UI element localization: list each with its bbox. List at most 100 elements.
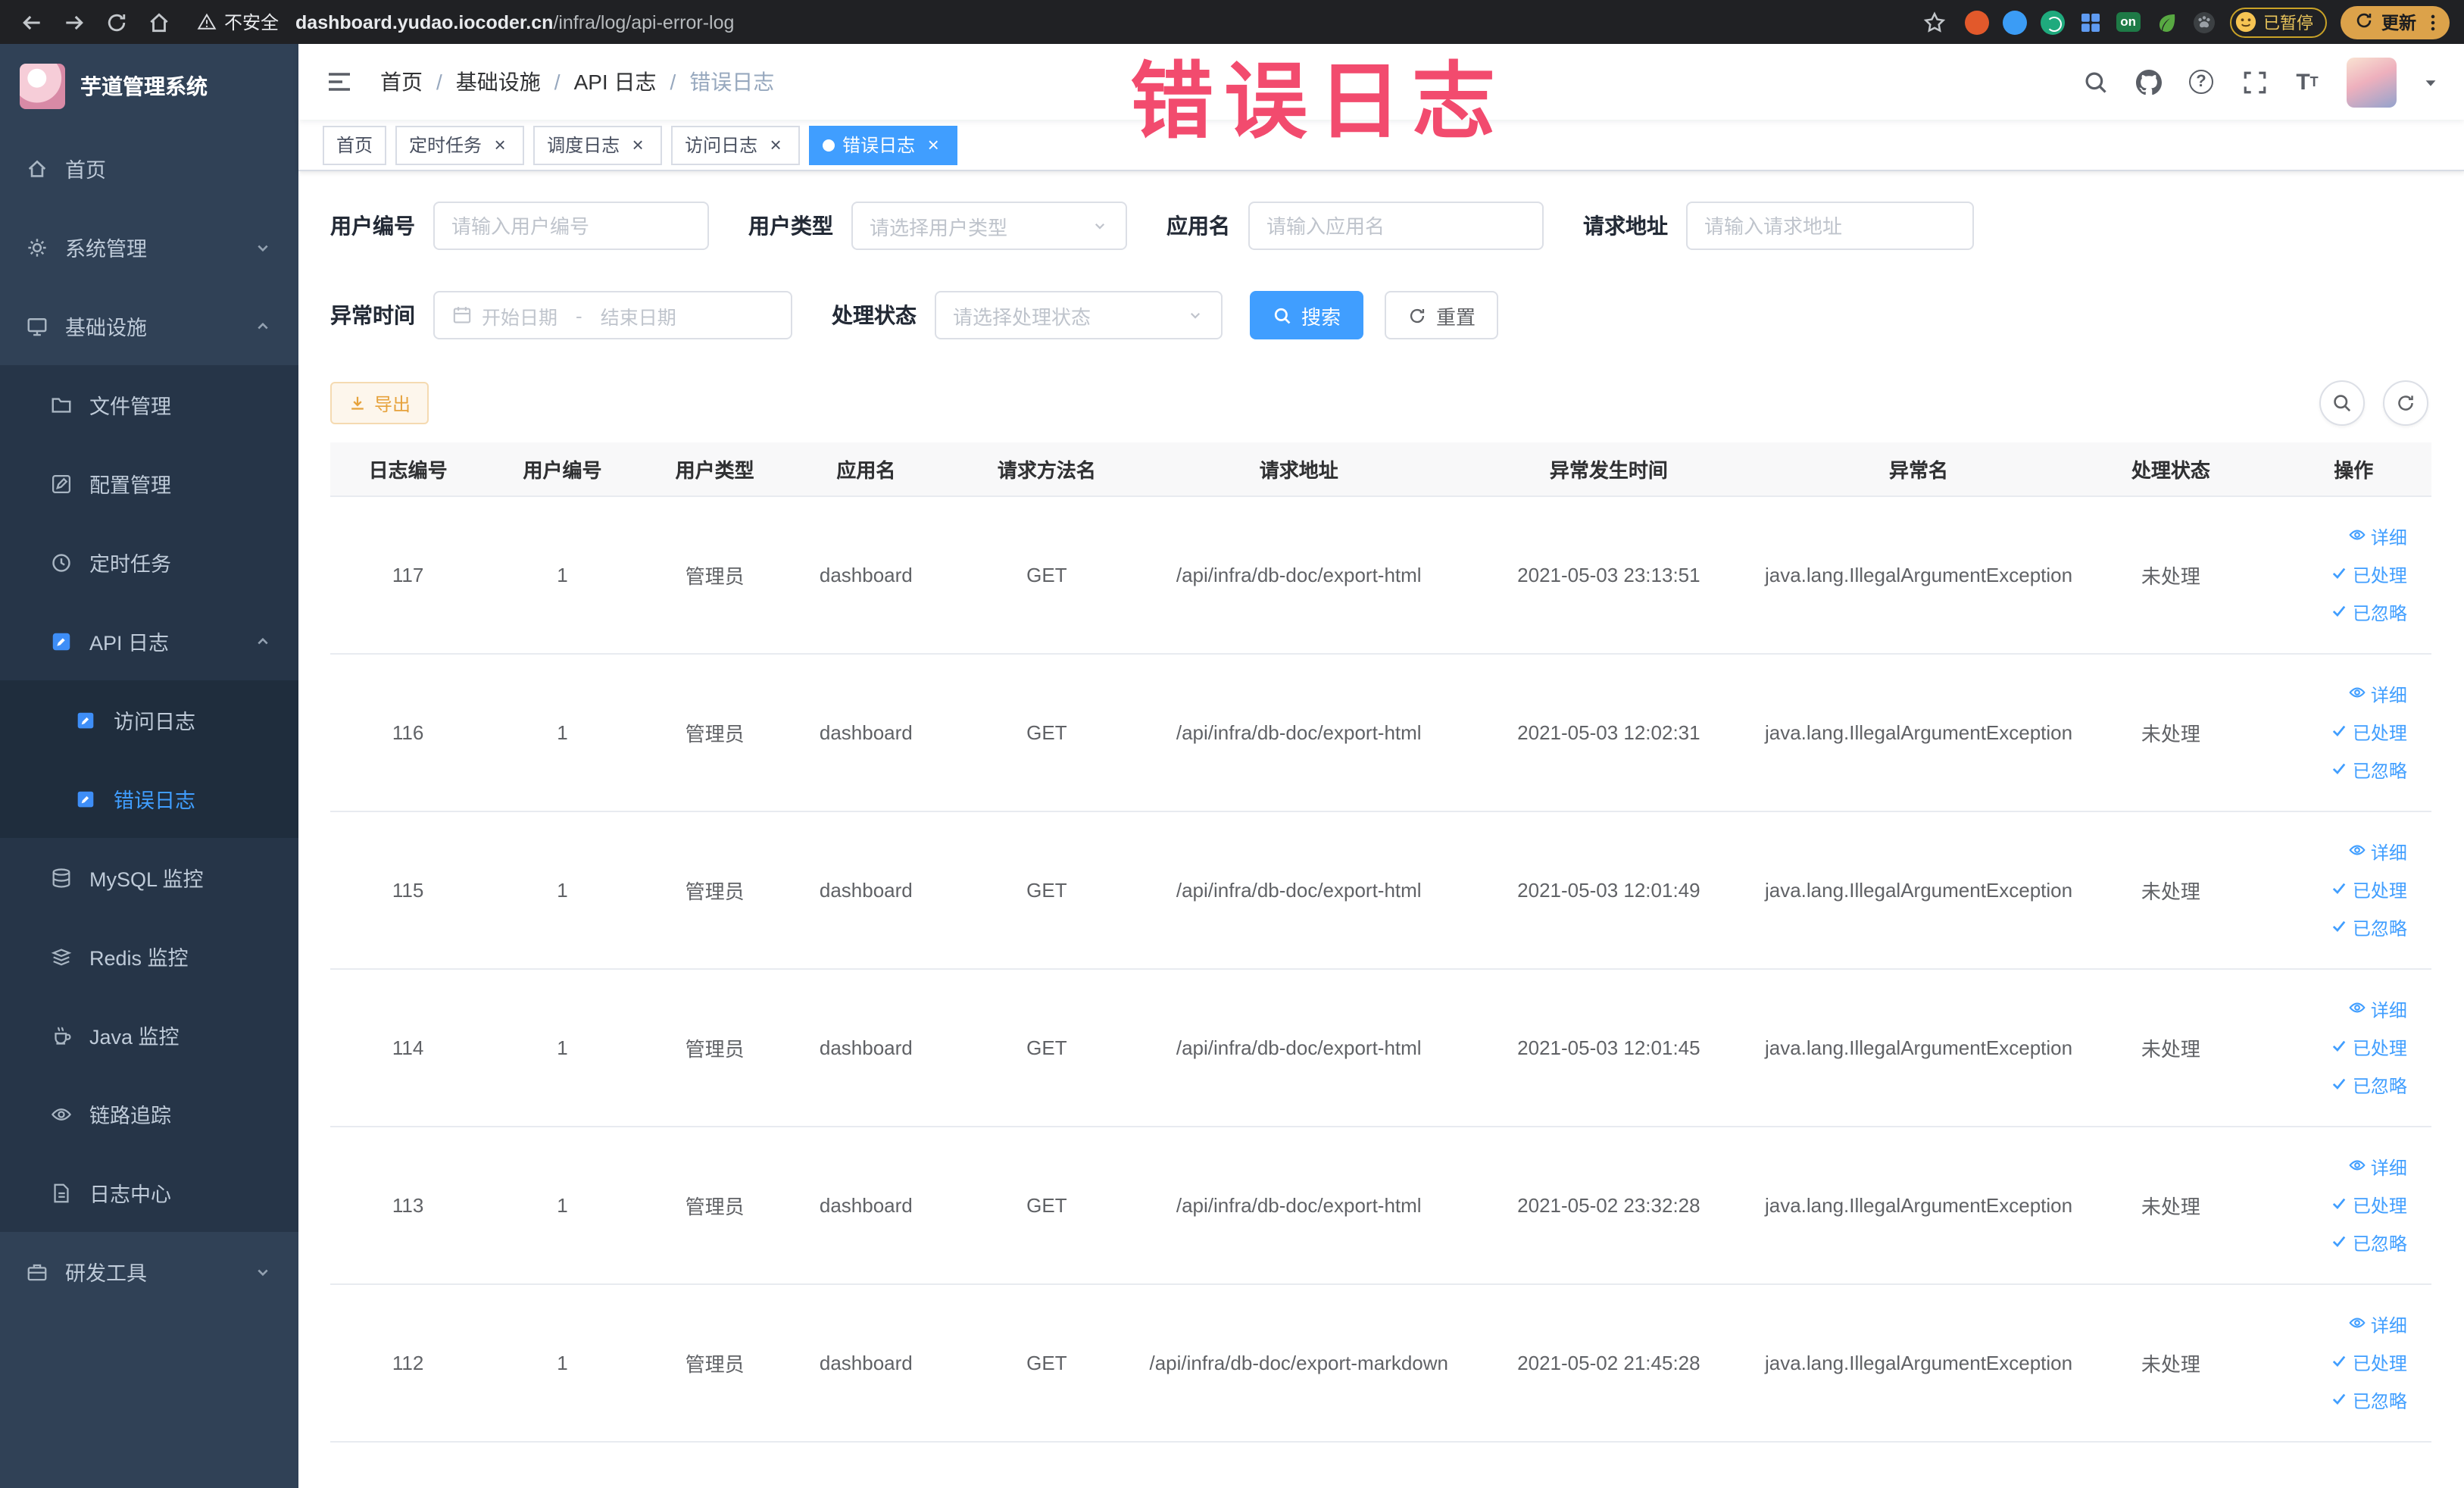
action-ignored-link[interactable]: 已忽略 <box>2330 915 2407 941</box>
table-cell: 1 <box>557 564 568 586</box>
refresh-table-button[interactable] <box>2383 380 2428 426</box>
reset-button[interactable]: 重置 <box>1385 291 1499 339</box>
sidebar-item-label: 错误日志 <box>114 789 195 812</box>
help-icon[interactable]: ? <box>2188 68 2215 95</box>
breadcrumb-item[interactable]: API 日志 <box>574 67 657 97</box>
column-header: 异常名 <box>1889 459 1949 482</box>
action-detail-link[interactable]: 详细 <box>2348 682 2407 708</box>
action-ignored-link[interactable]: 已忽略 <box>2330 1073 2407 1099</box>
extension-teal-icon[interactable] <box>2040 10 2065 34</box>
tab-item[interactable]: 调度日志 × <box>533 125 663 164</box>
app-frame: 芋道管理系统 首页 系统管理 基础设施 文件管理 配置管理 定时任务 API 日志 访问日志错… <box>0 44 2464 1488</box>
action-label: 已处理 <box>2352 1038 2407 1059</box>
tab-close-icon[interactable]: × <box>923 134 944 155</box>
date-separator: - <box>576 304 582 327</box>
check-icon <box>2330 1352 2348 1374</box>
export-button[interactable]: 导出 <box>330 382 429 424</box>
action-ignored-link[interactable]: 已忽略 <box>2330 758 2407 783</box>
action-processed-link[interactable]: 已处理 <box>2330 1035 2407 1061</box>
sidebar-item[interactable]: 文件管理 <box>0 365 298 444</box>
action-processed-link[interactable]: 已处理 <box>2330 1350 2407 1376</box>
github-icon[interactable] <box>2135 68 2162 95</box>
action-processed-link[interactable]: 已处理 <box>2330 562 2407 588</box>
fullscreen-icon[interactable] <box>2241 68 2268 95</box>
extension-grid-icon[interactable] <box>2078 10 2102 34</box>
sidebar-item[interactable]: 基础设施 <box>0 286 298 365</box>
sidebar-item[interactable]: 日志中心 <box>0 1153 298 1232</box>
eye-icon <box>2348 841 2366 864</box>
tab-item[interactable]: 访问日志 × <box>671 125 801 164</box>
tab-label: 首页 <box>336 135 373 156</box>
user-id-input[interactable] <box>433 202 709 250</box>
table-cell: 管理员 <box>685 1353 745 1376</box>
action-detail-link[interactable]: 详细 <box>2348 524 2407 550</box>
breadcrumb-item[interactable]: 首页 <box>380 67 423 97</box>
sidebar-logo[interactable]: 芋道管理系统 <box>0 44 298 129</box>
refresh-icon <box>2398 395 2413 411</box>
action-detail-link[interactable]: 详细 <box>2348 1155 2407 1180</box>
search-icon[interactable] <box>2081 68 2109 95</box>
search-button[interactable]: 搜索 <box>1250 291 1364 339</box>
sidebar-item-label: 基础设施 <box>65 317 147 339</box>
tab-item[interactable]: 定时任务 × <box>395 125 525 164</box>
sidebar-item[interactable]: MySQL 监控 <box>0 838 298 917</box>
user-avatar[interactable] <box>2347 57 2397 107</box>
action-ignored-link[interactable]: 已忽略 <box>2330 600 2407 626</box>
toggle-search-button[interactable] <box>2319 380 2365 426</box>
action-detail-link[interactable]: 详细 <box>2348 1312 2407 1338</box>
action-ignored-link[interactable]: 已忽略 <box>2330 1388 2407 1414</box>
table-header: 日志编号 用户编号 用户类型 应用名 请求方法名 请求地址 异常发生时间 异常名 处理状态 操作 <box>330 442 2431 497</box>
browser-refresh-button[interactable] <box>100 6 132 38</box>
sidebar-collapse-icon[interactable] <box>324 67 354 97</box>
tab-item[interactable]: 错误日志 × <box>809 125 958 164</box>
avatar-caret-down-icon[interactable] <box>2422 73 2439 90</box>
sidebar-item[interactable]: 研发工具 <box>0 1232 298 1311</box>
exception-time-range[interactable]: 开始日期 - 结束日期 <box>433 291 792 339</box>
sidebar-item[interactable]: 配置管理 <box>0 444 298 523</box>
sidebar-item[interactable]: 系统管理 <box>0 208 298 286</box>
action-processed-link[interactable]: 已处理 <box>2330 720 2407 746</box>
action-ignored-link[interactable]: 已忽略 <box>2330 1230 2407 1256</box>
sidebar-item[interactable]: 错误日志 <box>0 759 298 838</box>
sidebar-item[interactable]: Redis 监控 <box>0 917 298 996</box>
action-detail-link[interactable]: 详细 <box>2348 839 2407 865</box>
request-url-input[interactable] <box>1686 202 1974 250</box>
extension-orange-icon[interactable] <box>1964 10 1989 34</box>
sidebar-item[interactable]: 链路追踪 <box>0 1074 298 1153</box>
table-cell: 1 <box>557 1194 568 1217</box>
user-type-select[interactable]: 请选择用户类型 <box>851 202 1127 250</box>
filter-row-1: 用户编号 用户类型 请选择用户类型 应用名 请求地址 <box>330 202 2431 250</box>
sidebar-item[interactable]: API 日志 <box>0 602 298 680</box>
browser-home-button[interactable] <box>142 6 174 38</box>
action-detail-link[interactable]: 详细 <box>2348 997 2407 1023</box>
tab-close-icon[interactable]: × <box>765 134 786 155</box>
check-icon <box>2330 1194 2348 1217</box>
extension-blue-icon[interactable] <box>2002 10 2027 34</box>
tab-item[interactable]: 首页 <box>323 125 387 164</box>
app-name-input[interactable] <box>1248 202 1544 250</box>
sidebar-item-label: 日志中心 <box>89 1183 171 1206</box>
sidebar-item[interactable]: Java 监控 <box>0 996 298 1074</box>
extension-on-badge[interactable]: on <box>2116 12 2141 32</box>
extension-leaf-icon[interactable] <box>2154 10 2178 34</box>
action-processed-link[interactable]: 已处理 <box>2330 1193 2407 1218</box>
extension-paw-icon[interactable] <box>2192 10 2216 34</box>
font-size-icon[interactable]: TT <box>2294 68 2321 95</box>
sidebar-item[interactable]: 定时任务 <box>0 523 298 602</box>
browser-forward-button[interactable] <box>58 6 89 38</box>
sidebar-item-label: 访问日志 <box>114 711 195 733</box>
action-label: 详细 <box>2370 527 2407 549</box>
address-url[interactable]: dashboard.yudao.iocoder.cn/infra/log/api… <box>295 11 734 33</box>
browser-back-button[interactable] <box>15 6 47 38</box>
breadcrumb-item[interactable]: 基础设施 <box>456 67 541 97</box>
paused-extension-badge[interactable]: 已暂停 <box>2230 7 2327 37</box>
security-chip[interactable]: 不安全 <box>197 9 279 35</box>
process-status-select[interactable]: 请选择处理状态 <box>935 291 1223 339</box>
sidebar-item[interactable]: 首页 <box>0 129 298 208</box>
tab-close-icon[interactable]: × <box>489 134 511 155</box>
sidebar-item[interactable]: 访问日志 <box>0 680 298 759</box>
bookmark-star-icon[interactable] <box>1919 6 1950 38</box>
action-processed-link[interactable]: 已处理 <box>2330 877 2407 903</box>
browser-update-button[interactable]: 更新 <box>2341 5 2450 39</box>
tab-close-icon[interactable]: × <box>627 134 648 155</box>
